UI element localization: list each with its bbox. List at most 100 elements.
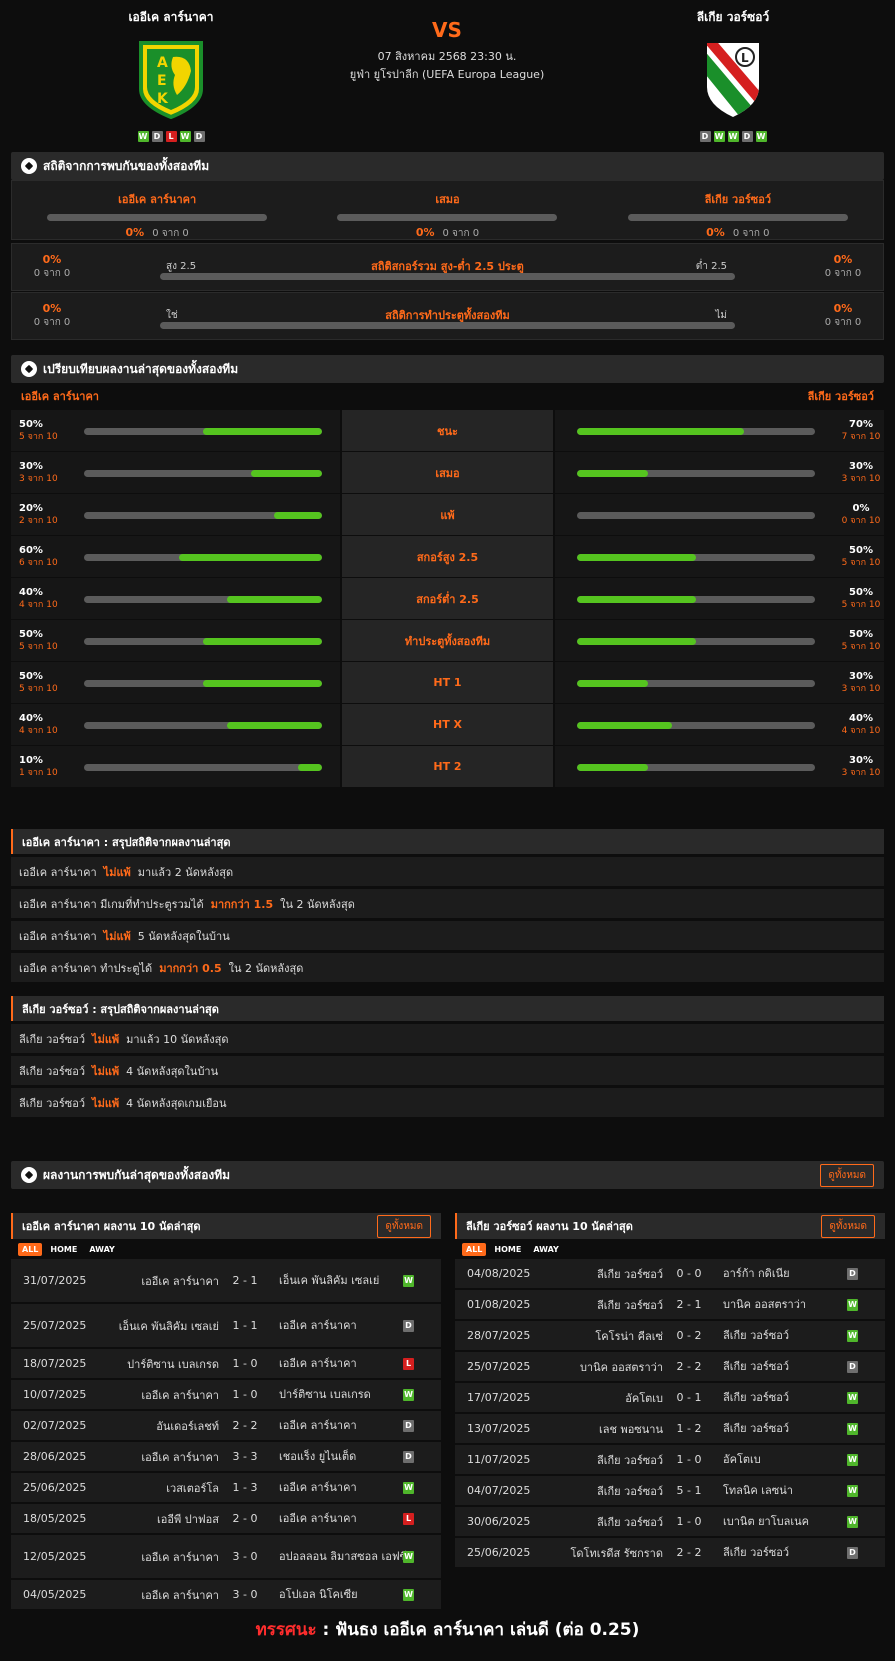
summary-detail: ใน 2 นัดหลังสุด <box>228 961 304 975</box>
match-home-team: ลีเกีย วอร์ซอว์ <box>596 1515 663 1529</box>
away-filter-tabs: ALL HOME AWAY <box>455 1239 885 1259</box>
match-row[interactable]: 31/07/2025 เออีเค ลาร์นาคา 2 - 1 เอ็นเค พัน… <box>11 1259 441 1302</box>
summary-row: เออีเค ลาร์นาคา ไม่แพ้ มาแล้ว 2 นัดหลังสุด <box>11 857 884 886</box>
compare-team-names: เออีเค ลาร์นาคา ลีเกีย วอร์ซอว์ <box>11 384 884 408</box>
away-pct-value: 50% <box>849 544 873 556</box>
match-home-team: เวสเตอร์โล <box>166 1481 219 1495</box>
match-row[interactable]: 25/07/2025 เอ็นเค พันลิคัม เซลเย่ 1 - 1 เออ… <box>11 1304 441 1347</box>
tab-away[interactable]: AWAY <box>529 1243 563 1256</box>
match-row[interactable]: 04/07/2025 ลีเกีย วอร์ซอว์ 5 - 1 โทลนิค เลซ… <box>455 1476 885 1505</box>
tab-away[interactable]: AWAY <box>85 1243 119 1256</box>
match-row[interactable]: 18/07/2025 ปาร์ติซาน เบลเกรด 1 - 0 เออีเค ล… <box>11 1349 441 1378</box>
home-bar <box>84 680 322 687</box>
home-summary-title: เออีเค ลาร์นาคา : สรุปสถิติจากผลงานล่าสุ… <box>11 829 884 854</box>
h2h-away-label: ลีเกีย วอร์ซอว์ <box>704 193 772 206</box>
view-all-button[interactable]: ดูทั้งหมด <box>820 1163 874 1187</box>
match-date: 10/07/2025 <box>23 1388 87 1401</box>
match-row[interactable]: 11/07/2025 ลีเกีย วอร์ซอว์ 1 - 0 อัคโตเบ W <box>455 1445 885 1474</box>
match-row[interactable]: 30/06/2025 ลีเกีย วอร์ซอว์ 1 - 0 เบานิต ยาโ… <box>455 1507 885 1536</box>
summary-highlight: ไม่แพ้ <box>92 1032 120 1046</box>
match-row[interactable]: 10/07/2025 เออีเค ลาร์นาคา 1 - 0 ปาร์ติซาน … <box>11 1380 441 1409</box>
match-row[interactable]: 04/05/2025 เออีเค ลาร์นาคา 3 - 0 อโปเอล นิโ… <box>11 1580 441 1609</box>
compare-title: เปรียบเทียบผลงานล่าสุดของทั้งสองทีม <box>43 361 239 376</box>
away-bar <box>577 428 815 435</box>
compare-away-cell: 30% 3 จาก 10 <box>555 452 884 493</box>
result-badge: W <box>847 1515 858 1528</box>
form-badge: D <box>699 131 711 142</box>
home-pct: 50% 5 จาก 10 <box>19 670 67 696</box>
compare-home-cell: 60% 6 จาก 10 <box>11 536 340 577</box>
home-team[interactable]: เออีเค ลาร์นาคา A E K WDLWD <box>71 8 271 142</box>
result-badge: D <box>847 1360 858 1373</box>
match-away-team: เบานิต ยาโบลเนค <box>723 1515 809 1528</box>
match-row[interactable]: 13/07/2025 เลช พอซนาน 1 - 2 ลีเกีย วอร์ซอว์… <box>455 1414 885 1443</box>
match-home-team: ปาร์ติซาน เบลเกรด <box>127 1357 219 1371</box>
tab-home[interactable]: HOME <box>490 1243 525 1256</box>
compare-home-cell: 40% 4 จาก 10 <box>11 704 340 745</box>
compare-away-cell: 40% 4 จาก 10 <box>555 704 884 745</box>
tab-all[interactable]: ALL <box>18 1242 43 1256</box>
compare-away-cell: 50% 5 จาก 10 <box>555 536 884 577</box>
match-row[interactable]: 28/06/2025 เออีเค ลาร์นาคา 3 - 3 เชอแร็ง ยู… <box>11 1442 441 1471</box>
h2h-home-pct: 0% <box>125 226 145 239</box>
away-team[interactable]: ลีเกีย วอร์ซอว์ L DWWDW <box>633 8 833 142</box>
summary-highlight: ไม่แพ้ <box>92 1064 120 1078</box>
home-count: 4 จาก 10 <box>19 725 58 736</box>
form-badge: W <box>137 131 149 142</box>
match-row[interactable]: 28/07/2025 โคโรน่า คีลเซ่ 0 - 2 ลีเกีย วอร์… <box>455 1321 885 1350</box>
match-row[interactable]: 12/05/2025 เออีเค ลาร์นาคา 3 - 0 อปอลลอน ลิ… <box>11 1535 441 1578</box>
match-date: 17/07/2025 <box>467 1391 531 1404</box>
form-badge: W <box>179 131 191 142</box>
ou-under-label: ต่ำ 2.5 <box>695 261 727 272</box>
match-date: 12/05/2025 <box>23 1550 87 1563</box>
summary-highlight: ไม่แพ้ <box>92 1096 120 1110</box>
league-name[interactable]: ยูฟ่า ยูโรปาลีก (UEFA Europa League) <box>297 66 597 84</box>
match-date: 28/07/2025 <box>467 1329 531 1342</box>
match-home-team: โดโทเรดีส รัซกราด <box>570 1546 664 1560</box>
svg-text:K: K <box>157 91 169 107</box>
verdict-sep: : <box>322 1620 330 1640</box>
match-away-team: เออีเค ลาร์นาคา <box>279 1512 357 1525</box>
result-badge: W <box>403 1588 414 1601</box>
summary-team: เออีเค ลาร์นาคา มีเกมที่ทำประตูรวมได้ <box>19 897 204 911</box>
match-row[interactable]: 25/06/2025 โดโทเรดีส รัซกราด 2 - 2 ลีเกีย ว… <box>455 1538 885 1567</box>
summary-row: เออีเค ลาร์นาคา ทำประตูได้ มากกว่า 0.5 ใน … <box>11 953 884 982</box>
result-badge: D <box>847 1267 858 1280</box>
verdict-text: ฟันธง เออีเค ลาร์นาคา เล่นดี (ต่อ 0.25) <box>335 1620 640 1640</box>
result-badge: W <box>403 1274 414 1287</box>
home-pct: 10% 1 จาก 10 <box>19 754 67 780</box>
compare-away-cell: 30% 3 จาก 10 <box>555 746 884 787</box>
match-row[interactable]: 17/07/2025 อัคโตเบ 0 - 1 ลีเกีย วอร์ซอว์ W <box>455 1383 885 1412</box>
home-view-all-button[interactable]: ดูทั้งหมด <box>377 1214 431 1238</box>
summary-team: เออีเค ลาร์นาคา <box>19 929 97 943</box>
home-bar <box>84 596 322 603</box>
result-badge: W <box>847 1298 858 1311</box>
match-home-team: อันเดอร์เลชท์ <box>156 1419 219 1433</box>
match-row[interactable]: 01/08/2025 ลีเกีย วอร์ซอว์ 2 - 1 บานิค ออสต… <box>455 1290 885 1319</box>
match-row[interactable]: 18/05/2025 เออีพี ปาฟอส 2 - 0 เออีเค ลาร์นา… <box>11 1504 441 1533</box>
home-bar <box>84 428 322 435</box>
summary-row: เออีเค ลาร์นาคา มีเกมที่ทำประตูรวมได้ มาก… <box>11 889 884 918</box>
away-pct: 50% 5 จาก 10 <box>837 544 885 570</box>
match-row[interactable]: 02/07/2025 อันเดอร์เลชท์ 2 - 2 เออีเค ลาร์น… <box>11 1411 441 1440</box>
home-count: 2 จาก 10 <box>19 515 58 526</box>
match-row[interactable]: 04/08/2025 ลีเกีย วอร์ซอว์ 0 - 0 อาร์ก้า กด… <box>455 1259 885 1288</box>
tab-all[interactable]: ALL <box>462 1242 487 1256</box>
ou-right: 0% 0 จาก 0 <box>803 253 883 281</box>
away-pct: 30% 3 จาก 10 <box>837 670 885 696</box>
home-pct-value: 50% <box>19 628 43 640</box>
match-row[interactable]: 25/07/2025 บานิค ออสตราว่า 2 - 2 ลีเกีย วอร… <box>455 1352 885 1381</box>
home-bar <box>84 722 322 729</box>
tab-home[interactable]: HOME <box>46 1243 81 1256</box>
match-away-team: ลีเกีย วอร์ซอว์ <box>723 1422 790 1435</box>
match-row[interactable]: 25/06/2025 เวสเตอร์โล 1 - 3 เออีเค ลาร์นาคา… <box>11 1473 441 1502</box>
match-score: 3 - 0 <box>232 1550 258 1563</box>
ou-bar <box>160 273 735 280</box>
match-home-team: อัคโตเบ <box>625 1391 663 1405</box>
summary-team: เออีเค ลาร์นาคา <box>19 865 97 879</box>
match-away-team: เอ็นเค พันลิคัม เซลเย่ <box>279 1274 380 1287</box>
summary-team: ลีเกีย วอร์ซอว์ <box>19 1032 86 1046</box>
match-date: 25/06/2025 <box>23 1481 87 1494</box>
away-view-all-button[interactable]: ดูทั้งหมด <box>821 1214 875 1238</box>
compare-metric-label: HT 1 <box>342 662 553 703</box>
